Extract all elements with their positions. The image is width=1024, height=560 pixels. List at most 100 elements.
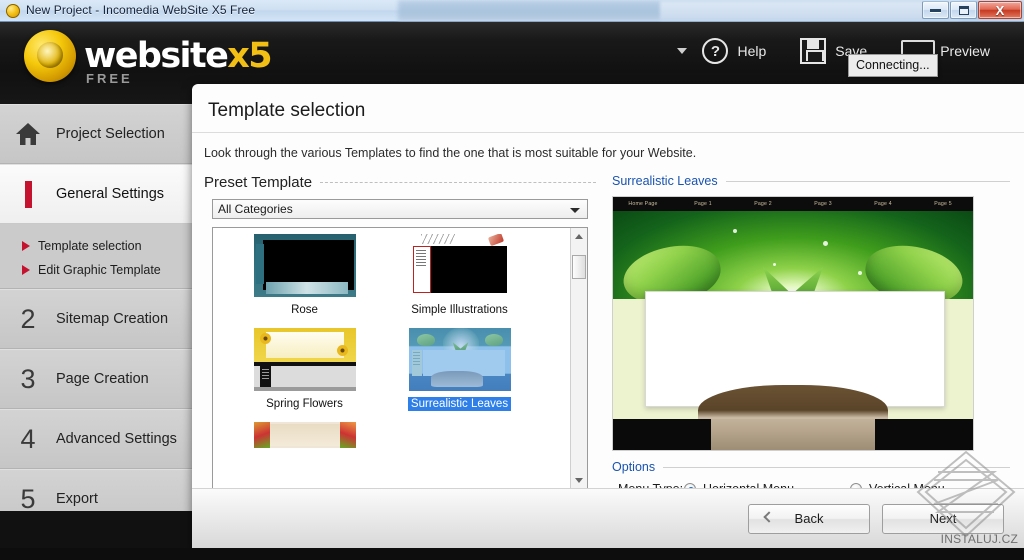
scrollbar-thumb[interactable] (572, 255, 586, 279)
preview-nav-item: Home Page (628, 201, 658, 207)
home-icon (0, 122, 56, 146)
app-logo: websitex5 FREE (24, 30, 273, 87)
scroll-down-button[interactable] (571, 472, 587, 489)
maximize-button[interactable] (950, 1, 977, 19)
window-controls: X (921, 1, 1022, 19)
logo-circle-icon (24, 30, 76, 82)
sidebar-item-label: Sitemap Creation (56, 311, 169, 327)
window-titlebar: New Project - Incomedia WebSite X5 Free … (0, 0, 1024, 22)
sidebar-item-page-creation[interactable]: 3 Page Creation (0, 349, 192, 409)
next-label: Next (929, 511, 957, 526)
sidebar-subitem-label: Edit Graphic Template (38, 263, 161, 277)
minimize-icon (930, 8, 941, 12)
next-button[interactable]: Next (882, 503, 1004, 534)
app-window: New Project - Incomedia WebSite X5 Free … (0, 0, 1024, 560)
back-button[interactable]: Back (748, 503, 870, 534)
template-name: Rose (291, 304, 318, 316)
back-label: Back (794, 511, 824, 526)
template-name: Spring Flowers (266, 398, 343, 410)
preview-template-name: Surrealistic Leaves (612, 174, 718, 188)
template-item[interactable]: Simple Illustrations (382, 234, 537, 318)
group-divider (320, 182, 597, 183)
chevron-down-icon (575, 478, 583, 483)
preview-nav-item: Page 3 (814, 201, 832, 207)
triangle-right-icon (22, 241, 30, 251)
template-item[interactable]: Spring Flowers (227, 328, 382, 412)
preset-template-label: Preset Template (204, 174, 313, 191)
logo-x5: x5 (227, 36, 272, 76)
preview-nav-item: Page 1 (694, 201, 712, 207)
template-thumbnail-icon (408, 328, 511, 391)
template-item[interactable]: Rose (227, 234, 382, 318)
options-group-header: Options (612, 460, 1010, 474)
options-label: Options (612, 460, 656, 474)
preview-label: Preview (940, 43, 990, 59)
close-icon: X (995, 2, 1005, 18)
sidebar-item-edit-graphic-template[interactable]: Edit Graphic Template (0, 258, 192, 282)
template-item[interactable] (227, 422, 382, 466)
chevron-down-icon[interactable] (570, 208, 580, 213)
triangle-right-icon (22, 265, 30, 275)
category-select[interactable]: All Categories (212, 199, 588, 219)
preview-group-header: Surrealistic Leaves (612, 174, 1010, 188)
template-name: Simple Illustrations (411, 304, 508, 316)
template-selection-dialog: Template selection Look through the vari… (192, 84, 1024, 553)
logo-wordmark: websitex5 FREE (84, 36, 273, 87)
preview-nav-item: Page 4 (874, 201, 892, 207)
template-name: Surrealistic Leaves (407, 397, 512, 411)
template-list-box: Rose Simple Illustrations Spring Flowers… (212, 227, 588, 490)
preset-template-group-header: Preset Template (204, 174, 597, 191)
chevron-up-icon (575, 234, 583, 239)
step-number: 2 (20, 303, 36, 334)
logo-word: website (84, 36, 229, 76)
preset-template-column: Preset Template All Categories Rose Simp… (204, 174, 597, 496)
preview-nav-item: Page 2 (754, 201, 772, 207)
preview-column: Surrealistic Leaves Home Page Page 1 Pag… (612, 174, 1010, 496)
step-1-indicator-icon (0, 180, 56, 208)
step-number: 4 (20, 423, 36, 454)
template-item-selected[interactable]: Surrealistic Leaves (382, 328, 537, 412)
preview-nav-bar: Home Page Page 1 Page 2 Page 3 Page 4 Pa… (613, 197, 974, 211)
floppy-disk-icon (800, 38, 827, 64)
sidebar-item-template-selection[interactable]: Template selection (0, 234, 192, 258)
preview-nav-item: Page 5 (934, 201, 952, 207)
page-title: Template selection (192, 84, 1024, 133)
sidebar-item-project-selection[interactable]: Project Selection (0, 104, 192, 164)
template-grid: Rose Simple Illustrations Spring Flowers… (213, 228, 570, 489)
group-divider (725, 180, 1010, 182)
template-thumbnail-icon (253, 234, 356, 297)
template-thumbnail-icon (408, 234, 511, 297)
template-name (302, 459, 308, 461)
sidebar-item-advanced-settings[interactable]: 4 Advanced Settings (0, 409, 192, 469)
scroll-up-button[interactable] (571, 228, 587, 245)
close-button[interactable]: X (978, 1, 1022, 19)
sidebar-item-label: Advanced Settings (56, 431, 177, 447)
minimize-button[interactable] (922, 1, 949, 19)
preview-content-area (613, 291, 974, 441)
template-list-scrollbar[interactable] (570, 228, 587, 489)
help-label: Help (737, 43, 767, 59)
sidebar-subitems: Template selection Edit Graphic Template (0, 224, 192, 289)
preview-pot-image (711, 419, 876, 450)
sidebar: Project Selection General Settings Templ… (0, 104, 203, 529)
sidebar-subitem-label: Template selection (38, 239, 142, 253)
sidebar-item-general-settings[interactable]: General Settings (0, 164, 203, 224)
sidebar-item-sitemap-creation[interactable]: 2 Sitemap Creation (0, 289, 192, 349)
app-circle-icon (6, 4, 20, 18)
chevron-left-icon (763, 510, 775, 523)
dialog-footer: Back Next (192, 488, 1024, 548)
dialog-description: Look through the various Templates to fi… (204, 146, 697, 160)
help-button[interactable]: ? Help (677, 38, 766, 64)
sidebar-item-label: Project Selection (56, 126, 165, 142)
step-number: 5 (20, 483, 36, 514)
logo-free-badge: FREE (86, 71, 133, 86)
chevron-down-icon[interactable] (677, 48, 688, 54)
window-title: New Project - Incomedia WebSite X5 Free (26, 3, 256, 17)
sidebar-item-label: Export (56, 491, 98, 507)
preview-hero-image (613, 211, 974, 312)
question-mark-icon: ? (702, 38, 729, 64)
scrollbar-track[interactable] (571, 245, 587, 472)
template-thumbnail-icon (253, 328, 356, 391)
window-bottom-bar (0, 548, 1024, 560)
dialog-body: Preset Template All Categories Rose Simp… (192, 160, 1024, 496)
